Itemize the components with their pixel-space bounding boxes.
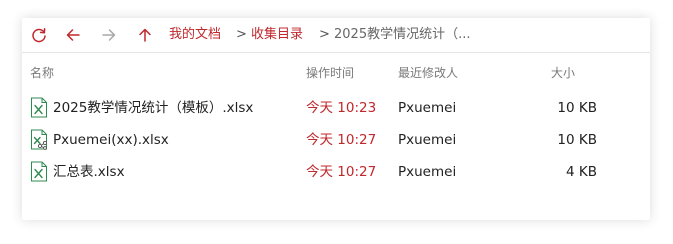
file-size: 10 KB (557, 132, 597, 148)
file-name: 2025教学情况统计（模板）.xlsx (53, 100, 254, 116)
file-row[interactable]: 汇总表.xlsx 今天 10:27 Pxuemei 4 KB (22, 157, 650, 187)
file-modifier: Pxuemei (398, 164, 457, 180)
column-header-name[interactable]: 名称 (30, 66, 54, 80)
back-arrow-icon[interactable] (64, 26, 82, 44)
file-browser-panel: 我的文档 > 收集目录 > 2025教学情况统计（... 名称 操作时间 最近修… (22, 18, 650, 220)
up-arrow-icon[interactable] (136, 26, 154, 44)
file-modifier: Pxuemei (398, 132, 457, 148)
breadcrumb-separator: > (236, 27, 247, 42)
file-time: 今天 10:27 (306, 164, 377, 180)
file-modifier: Pxuemei (398, 100, 457, 116)
column-header-modifier[interactable]: 最近修改人 (398, 66, 458, 80)
file-time: 今天 10:23 (306, 100, 377, 116)
breadcrumb-my-documents[interactable]: 我的文档 (169, 27, 221, 43)
file-name: 汇总表.xlsx (53, 164, 125, 180)
breadcrumb-collection-directory[interactable]: 收集目录 (251, 27, 303, 43)
toolbar: 我的文档 > 收集目录 > 2025教学情况统计（... (22, 18, 650, 53)
file-size: 10 KB (557, 100, 597, 116)
file-row[interactable]: 2025教学情况统计（模板）.xlsx 今天 10:23 Pxuemei 10 … (22, 93, 650, 123)
excel-shared-file-icon (30, 129, 48, 150)
excel-file-icon (30, 97, 48, 118)
column-header-time[interactable]: 操作时间 (306, 66, 354, 80)
forward-arrow-icon[interactable] (100, 26, 118, 44)
refresh-icon[interactable] (30, 26, 48, 44)
column-header-size[interactable]: 大小 (551, 66, 575, 80)
file-name: Pxuemei(xx).xlsx (53, 132, 169, 148)
file-time: 今天 10:27 (306, 132, 377, 148)
breadcrumb-separator: > (319, 27, 330, 42)
breadcrumb-current-folder: 2025教学情况统计（... (334, 27, 471, 42)
file-row[interactable]: Pxuemei(xx).xlsx 今天 10:27 Pxuemei 10 KB (22, 125, 650, 155)
excel-file-icon (30, 161, 48, 182)
file-size: 4 KB (566, 164, 597, 180)
